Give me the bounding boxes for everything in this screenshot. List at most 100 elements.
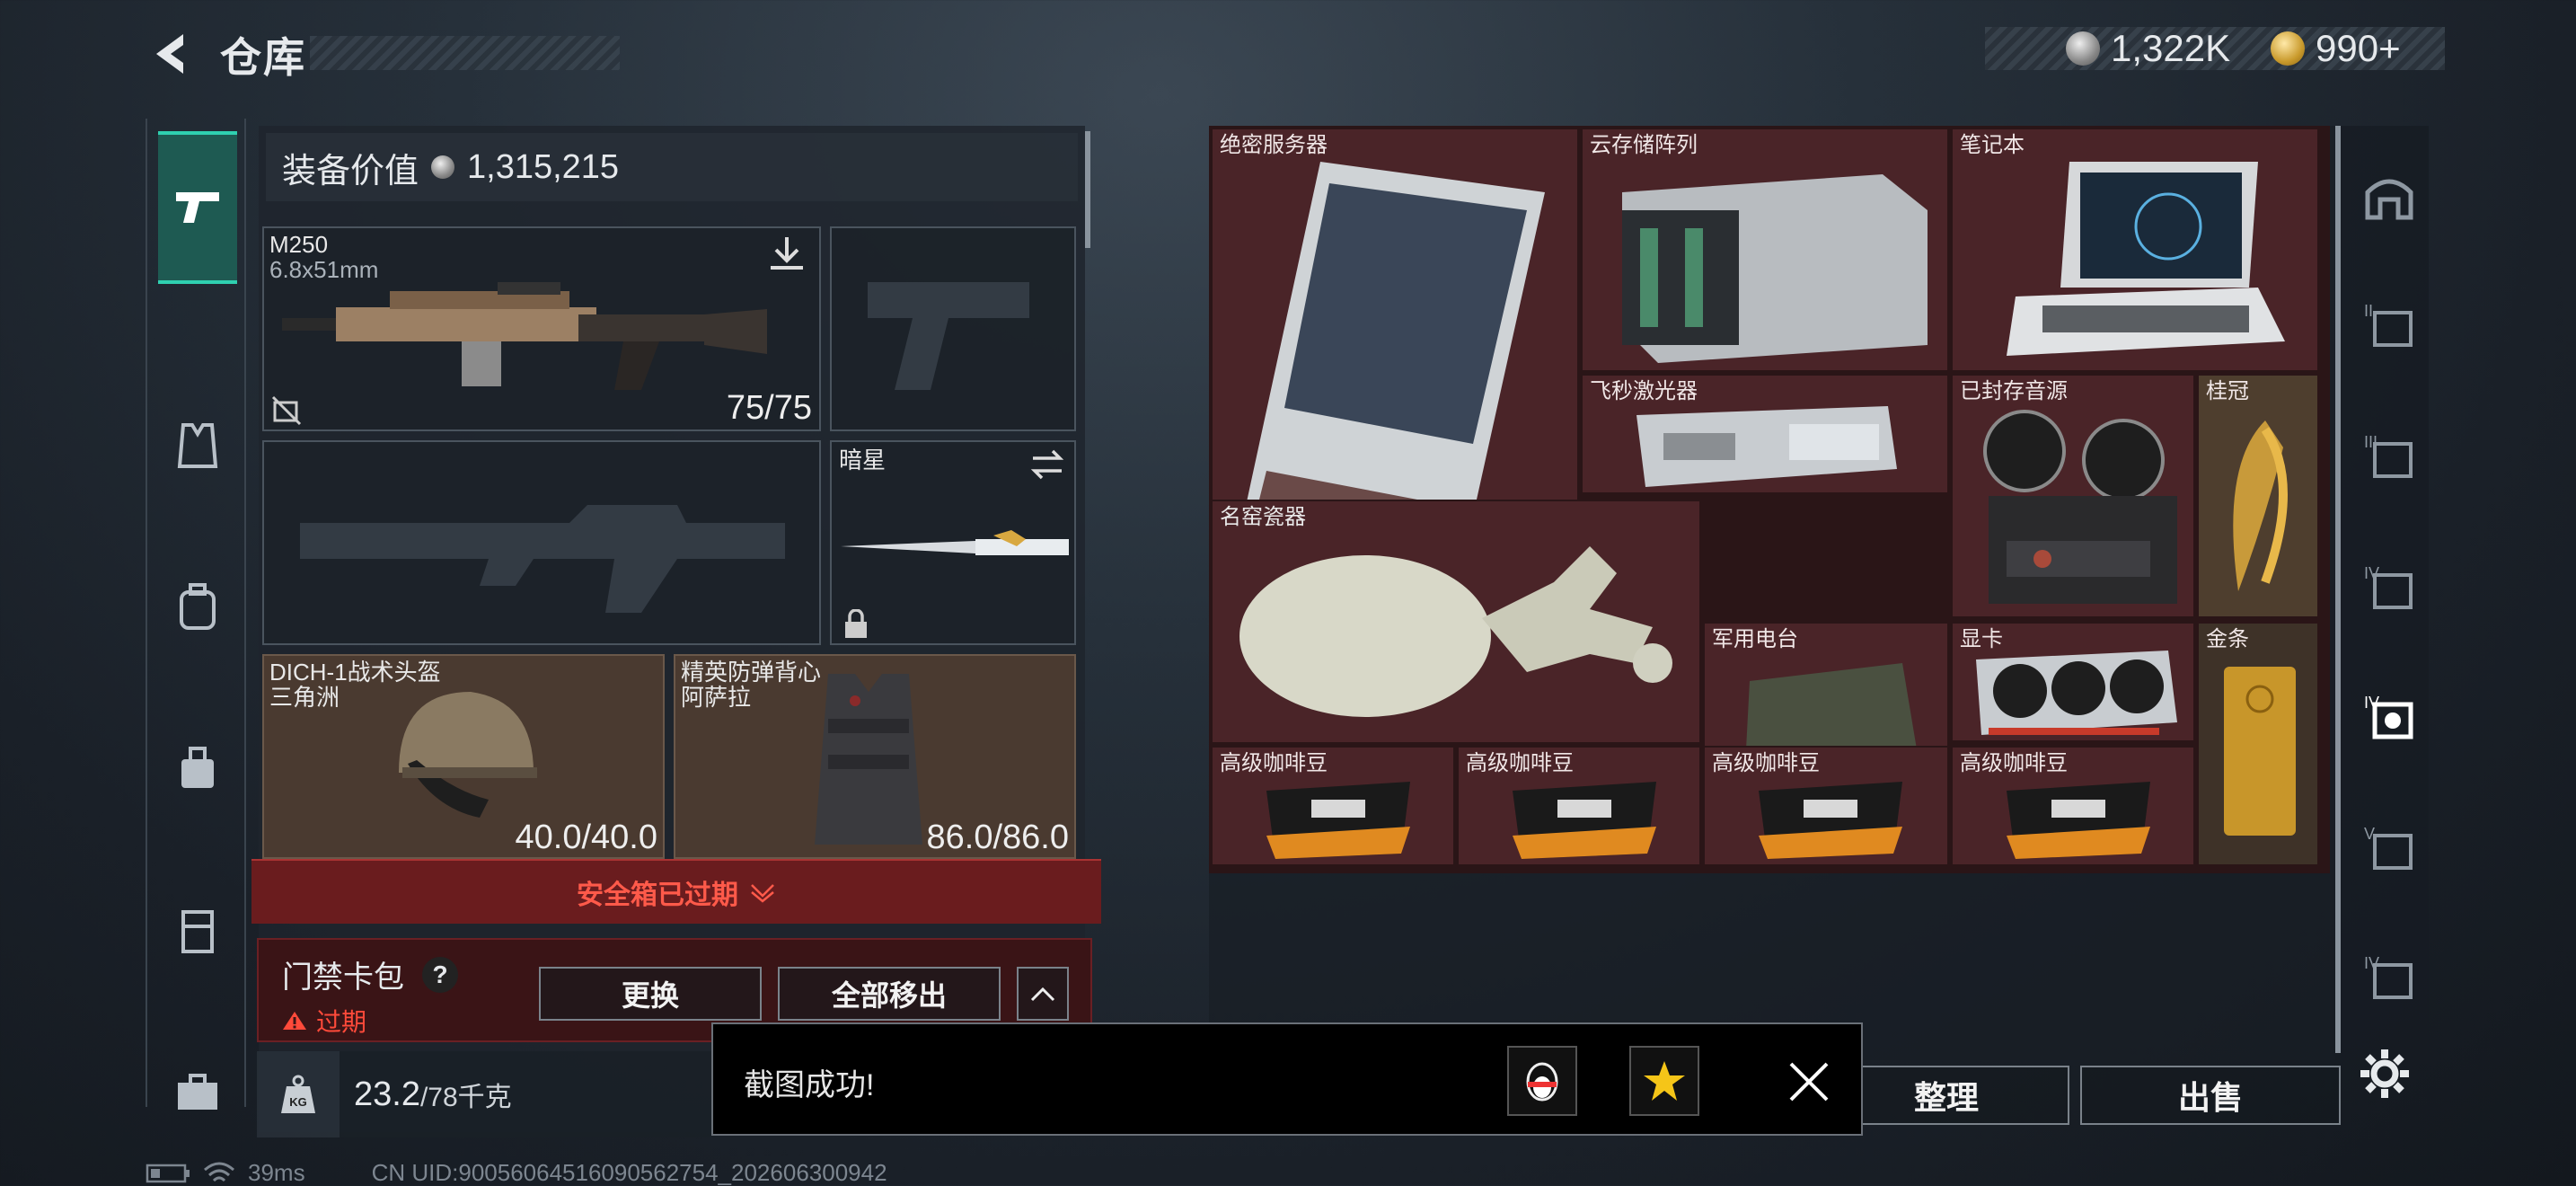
helmet-slot[interactable]: DICH-1战术头盔 三角洲 40.0/40.0 (262, 654, 665, 859)
coffee-bag-image (1759, 782, 1902, 859)
qq-penguin-icon (1526, 1062, 1558, 1102)
stash-item[interactable]: 已封存音源 (1951, 374, 2195, 618)
status-bar: 39ms CN UID:90056064516090562754_2026063… (146, 1159, 887, 1186)
safebox-status: 安全箱已过期 (577, 881, 738, 910)
m250-rifle-image (282, 282, 767, 390)
equipment-value-bar: 装备价值 1,315,215 (266, 133, 1078, 201)
uid: CN UID:90056064516090562754_202606300942 (371, 1159, 887, 1186)
stash-item[interactable]: 显卡 (1951, 622, 2195, 742)
weapon-durability: 75/75 (726, 389, 812, 427)
secondary-weapon-slot[interactable] (262, 440, 821, 645)
battery-icon (146, 1164, 190, 1182)
stash-item[interactable]: 高级咖啡豆 (1951, 746, 2195, 866)
item-name: 云存储阵列 (1590, 133, 1698, 157)
primary-weapon-slot[interactable]: M250 6.8x51mm 75/75 (262, 226, 821, 431)
replace-button[interactable]: 更换 (539, 967, 762, 1021)
stash-item[interactable]: 高级咖啡豆 (1457, 746, 1701, 866)
swap-icon[interactable] (1029, 449, 1065, 480)
nav-backpack[interactable] (158, 568, 237, 647)
pouch-icon (181, 747, 214, 788)
helmet-map: 三角洲 (269, 684, 340, 711)
stash-page-6-icon[interactable]: V (2362, 819, 2416, 873)
pistol-icon (176, 192, 219, 223)
nav-pouch[interactable] (158, 730, 237, 809)
item-name: 军用电台 (1712, 627, 1798, 651)
reel-recorder-image (1983, 410, 2177, 604)
screenshot-toast: 截图成功! (711, 1022, 1863, 1136)
briefcase-icon (178, 1074, 217, 1110)
item-name: 绝密服务器 (1220, 133, 1328, 157)
stash-item[interactable]: 笔记本 (1951, 128, 2319, 372)
stash-item[interactable]: 金条 (2197, 622, 2319, 866)
svg-text:II: II (2364, 302, 2373, 320)
stash-page-3-icon[interactable]: III (2362, 428, 2416, 482)
stash-page-7-icon[interactable]: IV (2362, 949, 2416, 1003)
silver-currency[interactable]: 1,322K (2066, 27, 2230, 70)
stash-page-2-icon[interactable]: II (2362, 296, 2416, 350)
stash-item[interactable]: 飞秒激光器 (1581, 374, 1949, 494)
helmet-durability: 40.0/40.0 (515, 819, 657, 856)
no-mod-icon (271, 395, 302, 426)
coffee-bag-image (1266, 782, 1410, 859)
silver-coin-icon (2066, 31, 2100, 66)
pistol-slot[interactable] (830, 226, 1076, 431)
melee-slot[interactable]: 暗星 (830, 440, 1076, 645)
armor-slot[interactable]: 精英防弹背心 阿萨拉 86.0/86.0 (674, 654, 1076, 859)
wifi-icon (204, 1162, 234, 1182)
chevron-down-icon (751, 884, 774, 903)
toast-message: 截图成功! (744, 1068, 875, 1102)
sell-button[interactable]: 出售 (2080, 1066, 2341, 1125)
gold-coin-icon (2271, 31, 2305, 66)
collapse-button[interactable] (1017, 967, 1069, 1021)
safebox-expired-banner[interactable]: 安全箱已过期 (251, 859, 1101, 924)
help-icon[interactable]: ? (422, 956, 458, 993)
stash-item[interactable]: 云存储阵列 (1581, 128, 1949, 372)
equipment-value: 1,315,215 (467, 147, 620, 186)
gold-amount: 990+ (2316, 27, 2401, 69)
qzone-share-button[interactable] (1629, 1046, 1699, 1116)
silver-coin-icon (431, 155, 455, 179)
stash-home-icon[interactable] (2362, 169, 2416, 223)
nav-toolbox[interactable] (158, 1053, 237, 1132)
svg-text:KG: KG (289, 1095, 307, 1109)
item-name: 桂冠 (2206, 379, 2249, 403)
equipment-value-label: 装备价值 (282, 152, 419, 190)
stash-item[interactable]: 高级咖啡豆 (1211, 746, 1455, 866)
coffee-bag-image (2007, 782, 2150, 859)
stash-item[interactable]: 高级咖啡豆 (1703, 746, 1949, 866)
weight-value: 23.2 (354, 1075, 420, 1113)
porcelain-cell[interactable]: 名窑瓷器 (1211, 500, 1701, 744)
stash-page-5-icon-active[interactable]: IV (2362, 688, 2416, 742)
equipment-scrollbar[interactable] (1085, 131, 1090, 248)
weight-icon-box: KG (257, 1051, 340, 1137)
gpu-image (1976, 651, 2177, 735)
nav-container[interactable] (158, 891, 237, 970)
kg-weight-icon: KG (281, 1075, 315, 1113)
close-icon[interactable] (1787, 1060, 1831, 1103)
nav-weapons[interactable] (158, 131, 237, 284)
laurel-image (2233, 420, 2288, 591)
weapon-name: M250 (269, 231, 329, 258)
page-title: 仓库 (220, 34, 306, 81)
weight-display: 23.2 /78千克 (340, 1051, 717, 1137)
settings-gear-icon[interactable] (2359, 1048, 2411, 1100)
remove-all-button[interactable]: 全部移出 (778, 967, 1001, 1021)
ping: 39ms (248, 1159, 305, 1186)
vase-image (1239, 546, 1672, 717)
gold-currency[interactable]: 990+ (2271, 27, 2401, 70)
item-name: 名窑瓷器 (1220, 505, 1306, 529)
keycard-status: 过期 (282, 1003, 366, 1039)
back-button[interactable] (144, 27, 198, 81)
nav-vest[interactable] (158, 406, 237, 485)
item-name: 已封存音源 (1960, 379, 2068, 403)
stash-item[interactable]: 桂冠 (2197, 374, 2319, 618)
back-arrow-icon (156, 34, 183, 74)
melee-name: 暗星 (839, 447, 887, 474)
armor-name: 精英防弹背心 (681, 659, 822, 686)
stash-page-4-icon[interactable]: IV (2362, 559, 2416, 613)
left-category-nav (146, 119, 246, 1110)
silver-amount: 1,322K (2111, 27, 2231, 69)
lock-icon (845, 609, 867, 638)
qq-share-button[interactable] (1507, 1046, 1577, 1116)
laser-image (1636, 406, 1897, 487)
